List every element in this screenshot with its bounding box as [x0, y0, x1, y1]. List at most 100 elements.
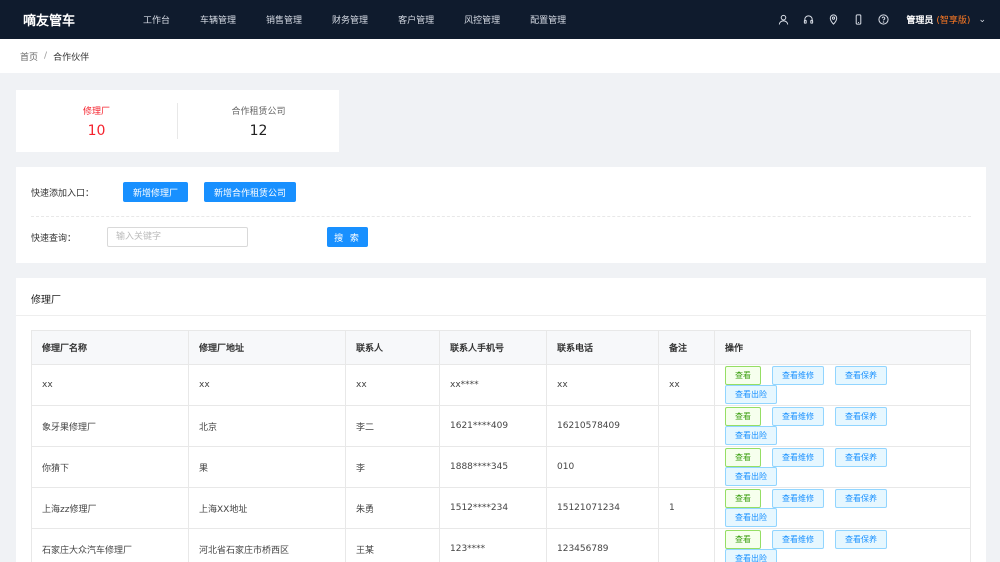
view-maintenance-button[interactable]: 查看保养 [835, 407, 887, 426]
stat-repair-shops[interactable]: 修理厂 10 [16, 104, 177, 139]
row-actions: 查看 查看维修 查看保养查看出险 [714, 364, 971, 406]
breadcrumb-current: 合作伙伴 [53, 52, 90, 63]
table-row: 你猜下果李 1888****345 010 查看 查看维修 查看保养查看出险 [31, 446, 971, 488]
add-lease-company-button[interactable]: 新增合作租赁公司 [204, 182, 297, 202]
nav-item-config[interactable]: 配置管理 [530, 13, 566, 26]
view-repair-button[interactable]: 查看维修 [772, 407, 824, 426]
table-cell: xx [658, 364, 715, 406]
repair-shop-panel: 修理厂 修理厂名称 修理厂地址 联系人 联系人手机号 联系电话 备注 操作 xx… [16, 278, 986, 562]
column-header: 修理厂地址 [188, 330, 346, 365]
view-button[interactable]: 查看 [725, 530, 761, 549]
column-header: 修理厂名称 [31, 330, 189, 365]
column-header: 联系人 [345, 330, 440, 365]
stats-card: 修理厂 10 合作租赁公司 12 [16, 90, 339, 152]
view-maintenance-button[interactable]: 查看保养 [835, 530, 887, 549]
nav-item-finance[interactable]: 财务管理 [332, 13, 368, 26]
add-repair-shop-button[interactable]: 新增修理厂 [123, 182, 189, 202]
table-cell: xx [345, 364, 440, 406]
table-cell: 朱勇 [345, 487, 440, 529]
view-claims-button[interactable]: 查看出险 [725, 385, 777, 404]
table-cell [658, 405, 715, 447]
table-cell: 河北省石家庄市桥西区 [188, 528, 346, 562]
table-cell: 15121071234 [546, 487, 659, 529]
view-claims-button[interactable]: 查看出险 [725, 508, 777, 527]
column-header: 联系人手机号 [439, 330, 547, 365]
table-cell: 1888****345 [439, 446, 547, 488]
nav-item-risk[interactable]: 风控管理 [464, 13, 500, 26]
table-cell: 石家庄大众汽车修理厂 [31, 528, 189, 562]
view-maintenance-button[interactable]: 查看保养 [835, 489, 887, 508]
table-header-row: 修理厂名称 修理厂地址 联系人 联系人手机号 联系电话 备注 操作 [31, 330, 971, 365]
view-button[interactable]: 查看 [725, 366, 761, 385]
table-cell: 上海zz修理厂 [31, 487, 189, 529]
view-button[interactable]: 查看 [725, 407, 761, 426]
view-button[interactable]: 查看 [725, 489, 761, 508]
phone-icon[interactable] [851, 13, 865, 27]
view-claims-button[interactable]: 查看出险 [725, 549, 777, 562]
nav-item-sales[interactable]: 销售管理 [266, 13, 302, 26]
user-name[interactable]: 管理员 [906, 13, 933, 26]
table-row: 石家庄大众汽车修理厂 河北省石家庄市桥西区 王某 123**** 123456789 查看… [31, 528, 971, 562]
view-claims-button[interactable]: 查看出险 [725, 426, 777, 445]
table-cell: 1512****234 [439, 487, 547, 529]
view-repair-button[interactable]: 查看维修 [772, 489, 824, 508]
panel-title: 修理厂 [31, 295, 61, 306]
column-header: 联系电话 [546, 330, 659, 365]
stat-value: 10 [87, 122, 106, 139]
view-maintenance-button[interactable]: 查看保养 [835, 448, 887, 467]
table-cell: xx [546, 364, 659, 406]
column-header: 备注 [658, 330, 715, 365]
nav-item-workbench[interactable]: 工作台 [143, 13, 170, 26]
row-actions: 查看 查看维修 查看保养查看出险 [714, 405, 971, 447]
main-nav: 工作台 车辆管理 销售管理 财务管理 客户管理 风控管理 配置管理 [143, 13, 596, 26]
table-cell: 16210578409 [546, 405, 659, 447]
location-pin-icon[interactable] [826, 13, 840, 27]
table-cell: 1621****409 [439, 405, 547, 447]
top-navbar: 嘀友管车 工作台 车辆管理 销售管理 财务管理 客户管理 风控管理 配置管理 管… [0, 0, 1000, 39]
nav-item-customer[interactable]: 客户管理 [398, 13, 434, 26]
table-cell: 010 [546, 446, 659, 488]
stat-value: 12 [249, 122, 268, 139]
row-actions: 查看 查看维修 查看保养查看出险 [714, 487, 971, 529]
panel-divider [16, 315, 986, 316]
breadcrumb-home[interactable]: 首页 [20, 50, 38, 63]
table-cell: xx [188, 364, 346, 406]
view-repair-button[interactable]: 查看维修 [772, 530, 824, 549]
app-logo[interactable]: 嘀友管车 [23, 10, 143, 29]
table-cell [658, 528, 715, 562]
table-cell: 上海XX地址 [188, 487, 346, 529]
table-cell: 果 [188, 446, 346, 488]
table-cell: xx [31, 364, 189, 406]
table-cell: 123456789 [546, 528, 659, 562]
help-icon[interactable] [876, 13, 890, 27]
stat-lease-companies[interactable]: 合作租赁公司 12 [178, 104, 339, 139]
user-icon[interactable] [776, 13, 790, 27]
top-right-toolbar: 管理员 (智享版) ⌄ [765, 0, 986, 39]
table-cell: 象牙果修理厂 [31, 405, 189, 447]
table-row: xx xx xx xx**** xx xx 查看 查看维修 查看保养查看出险 [31, 364, 971, 406]
chevron-down-icon[interactable]: ⌄ [978, 15, 986, 25]
quick-search-label: 快速查询： [31, 233, 77, 244]
table-row: 象牙果修理厂 北京 李二 1621****409 16210578409 查看 查看维修 查看… [31, 405, 971, 447]
repair-shop-table: 修理厂名称 修理厂地址 联系人 联系人手机号 联系电话 备注 操作 xx xx xx… [31, 330, 971, 562]
view-maintenance-button[interactable]: 查看保养 [835, 366, 887, 385]
headset-icon[interactable] [801, 13, 815, 27]
table-row: 上海zz修理厂 上海XX地址 朱勇 1512****234 15121071234 1 查看… [31, 487, 971, 529]
stat-label: 合作租赁公司 [231, 106, 286, 117]
column-header: 操作 [714, 330, 971, 365]
user-edition-badge: (智享版) [936, 16, 971, 26]
quick-add-row: 快速添加入口： 新增修理厂 新增合作租赁公司 [31, 182, 297, 202]
search-input[interactable] [107, 227, 248, 247]
row-actions: 查看 查看维修 查看保养查看出险 [714, 528, 971, 562]
table-cell: 王某 [345, 528, 440, 562]
view-repair-button[interactable]: 查看维修 [772, 448, 824, 467]
view-claims-button[interactable]: 查看出险 [725, 467, 777, 486]
view-repair-button[interactable]: 查看维修 [772, 366, 824, 385]
table-cell: 你猜下 [31, 446, 189, 488]
nav-item-vehicle[interactable]: 车辆管理 [200, 13, 236, 26]
search-button[interactable]: 搜 索 [327, 227, 368, 247]
table-cell: 123**** [439, 528, 547, 562]
breadcrumb-separator: / [44, 51, 48, 61]
view-button[interactable]: 查看 [725, 448, 761, 467]
quick-actions-card: 快速添加入口： 新增修理厂 新增合作租赁公司 快速查询： 搜 索 [16, 167, 986, 263]
